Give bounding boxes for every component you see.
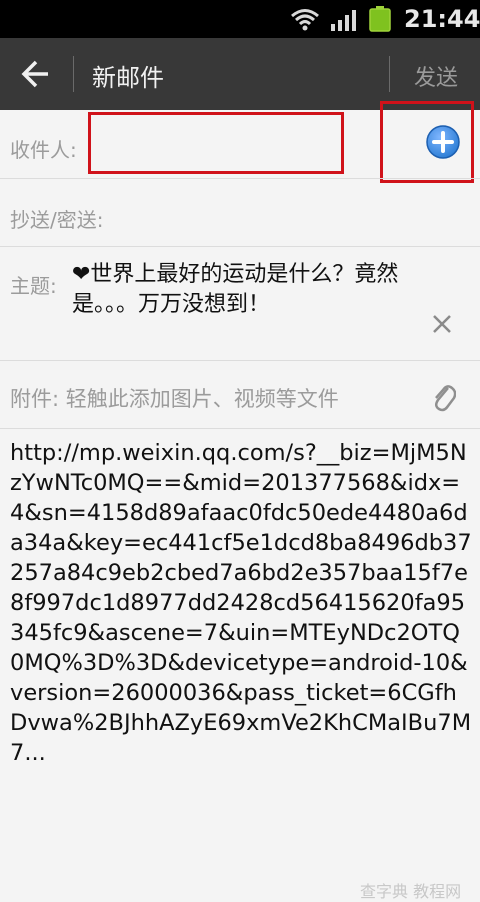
page-title: 新邮件	[92, 64, 164, 92]
cc-bcc-field[interactable]: 抄送/密送:	[10, 204, 103, 233]
subject-input[interactable]: ❤世界上最好的运动是什么？竟然是。。。万万没想到！	[72, 260, 402, 320]
attachment-field[interactable]: 附件: 轻触此添加图片、视频等文件	[10, 383, 339, 413]
signal-icon	[331, 10, 356, 31]
status-time: 21:44	[404, 5, 480, 33]
close-icon[interactable]	[430, 312, 454, 336]
compose-form: 收件人: 抄送/密送: 主题: ❤世界上最好的运动是什么？竟然是。。。万万没想到…	[0, 101, 480, 901]
send-button[interactable]: 发送	[414, 60, 458, 92]
watermark: 查字典 教程网	[360, 882, 462, 901]
to-label: 收件人:	[10, 138, 77, 162]
title-divider	[73, 56, 74, 92]
subject-label: 主题:	[10, 274, 57, 298]
divider	[0, 360, 480, 361]
title-divider	[389, 56, 390, 92]
paperclip-icon[interactable]	[430, 380, 456, 414]
to-input[interactable]	[88, 112, 344, 174]
divider	[0, 428, 480, 429]
battery-icon	[369, 6, 391, 32]
plus-circle-icon[interactable]	[425, 124, 461, 160]
divider	[0, 246, 480, 247]
status-bar: 21:44	[0, 0, 480, 38]
wifi-icon	[291, 9, 319, 31]
divider	[0, 178, 480, 179]
title-bar: 新邮件 发送	[0, 38, 480, 110]
back-arrow-icon[interactable]	[12, 52, 62, 96]
email-body[interactable]: http://mp.weixin.qq.com/s?__biz=MjM5NzYw…	[10, 438, 472, 768]
